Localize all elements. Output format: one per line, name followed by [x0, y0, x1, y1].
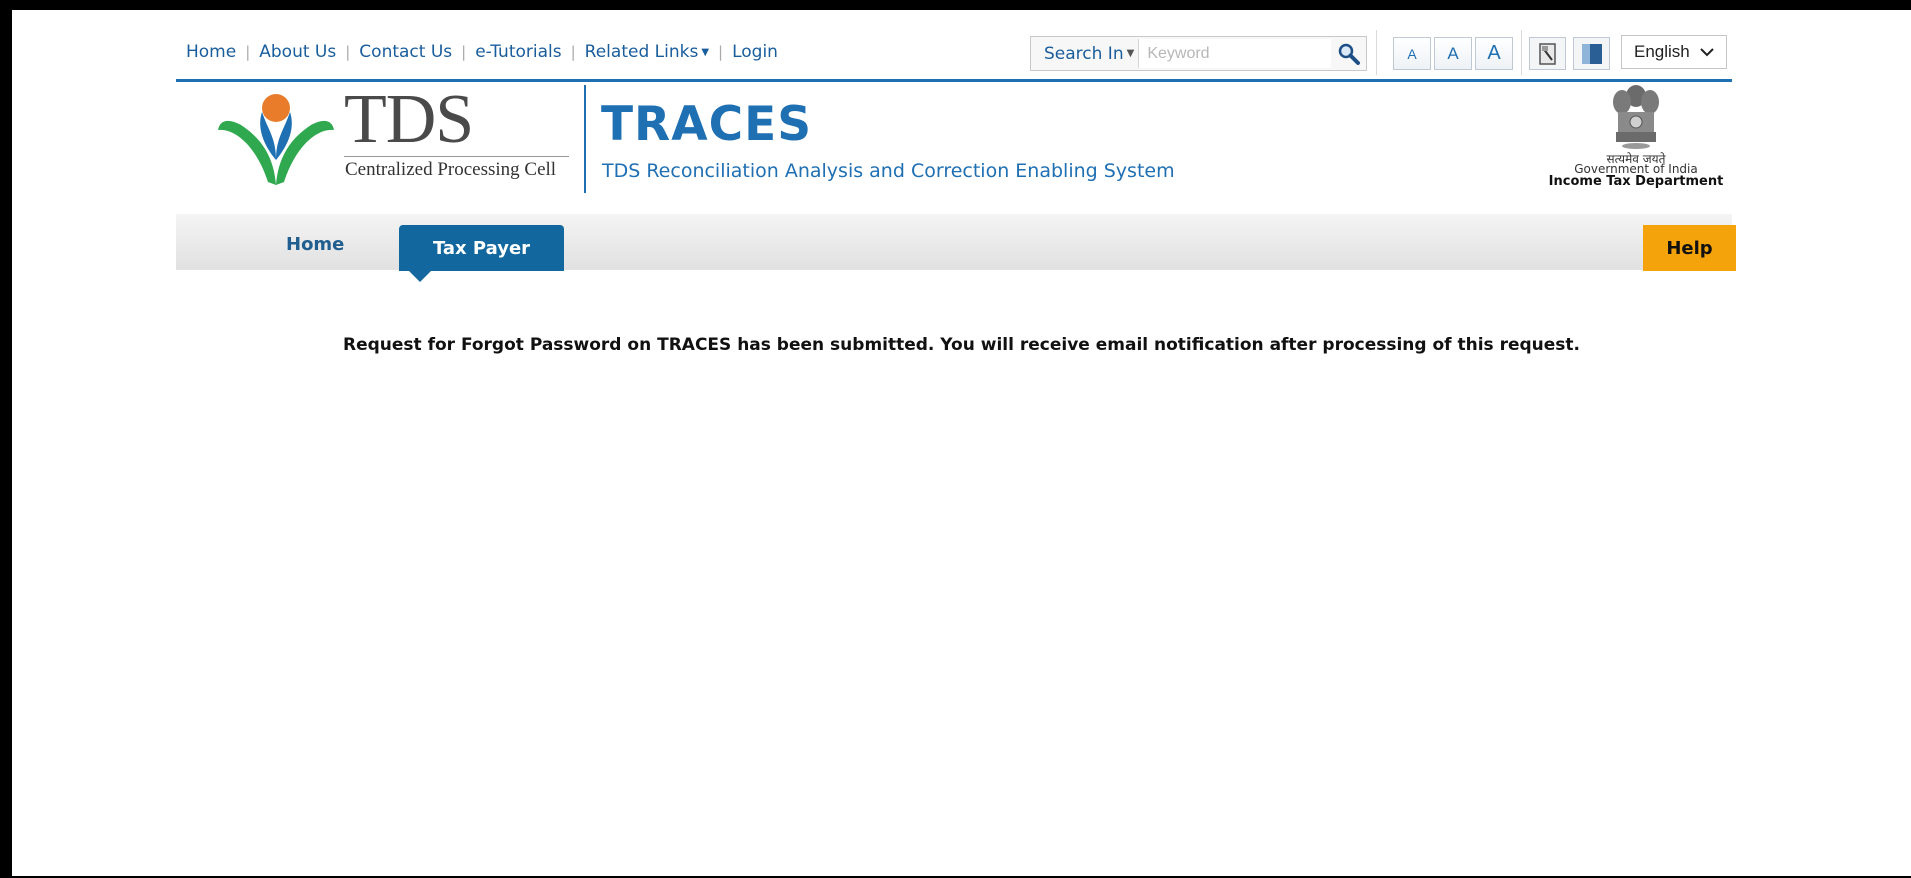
header-divider — [584, 85, 586, 193]
print-icon — [1538, 42, 1556, 65]
main-nav: Home Tax Payer Help — [176, 214, 1736, 282]
traces-subtitle: TDS Reconciliation Analysis and Correcti… — [602, 160, 1175, 182]
language-selected: English — [1634, 42, 1690, 61]
site-header: TDS Centralized Processing Cell TRACES T… — [176, 81, 1732, 193]
magnifier-icon — [1338, 43, 1360, 65]
top-bar: Home | About Us | Contact Us | e-Tutoria… — [176, 15, 1732, 82]
caret-down-icon: ▼ — [701, 46, 710, 58]
top-link-e-tutorials[interactable]: e-Tutorials — [475, 42, 561, 62]
divider — [1521, 30, 1522, 75]
font-size-medium-button[interactable]: A — [1434, 37, 1472, 70]
search-scope-dropdown[interactable]: Search In ▼ — [1031, 44, 1138, 64]
logo-divider — [344, 156, 569, 157]
link-separator: | — [461, 43, 467, 61]
keyword-input[interactable] — [1138, 39, 1332, 68]
logo-subtitle: Centralized Processing Cell — [345, 159, 557, 180]
related-links-label: Related Links — [584, 42, 699, 62]
link-separator: | — [570, 43, 576, 61]
contrast-icon — [1581, 43, 1602, 64]
top-link-about-us[interactable]: About Us — [259, 42, 336, 62]
confirmation-message: Request for Forgot Password on TRACES ha… — [342, 335, 1580, 355]
logo-title: TDS — [344, 81, 474, 158]
nav-tab-tax-payer-label: Tax Payer — [432, 237, 531, 259]
print-button[interactable] — [1529, 37, 1566, 70]
tds-logo-icon — [218, 94, 334, 185]
nav-tab-home[interactable]: Home — [286, 234, 344, 255]
search-scope-label: Search In — [1044, 43, 1124, 64]
help-button[interactable]: Help — [1643, 225, 1736, 271]
top-link-contact-us[interactable]: Contact Us — [359, 42, 452, 62]
contrast-button[interactable] — [1573, 37, 1610, 70]
traces-title: TRACES — [601, 97, 813, 152]
search-button[interactable] — [1331, 38, 1366, 69]
font-size-large-button[interactable]: A — [1475, 37, 1513, 70]
top-link-home[interactable]: Home — [186, 42, 236, 62]
divider — [1376, 30, 1377, 75]
page-frame: Home | About Us | Contact Us | e-Tutoria… — [12, 10, 1911, 876]
font-size-small-button[interactable]: A — [1393, 37, 1431, 70]
search-box: Search In ▼ — [1030, 36, 1367, 71]
top-links: Home | About Us | Contact Us | e-Tutoria… — [186, 42, 778, 62]
language-select[interactable]: English — [1621, 35, 1727, 69]
link-separator: | — [245, 43, 251, 61]
link-separator: | — [345, 43, 351, 61]
ashoka-emblem-icon — [1613, 85, 1659, 149]
government-emblem: सत्यमेव जयते Government of India Income … — [1536, 82, 1736, 194]
caret-down-icon: ▼ — [1126, 48, 1135, 59]
chevron-down-icon — [1700, 48, 1714, 57]
emblem-department: Income Tax Department — [1548, 174, 1724, 189]
link-separator: | — [718, 43, 724, 61]
nav-tab-tax-payer[interactable]: Tax Payer — [399, 225, 564, 282]
top-link-login[interactable]: Login — [732, 42, 778, 62]
top-link-related-links[interactable]: Related Links ▼ — [585, 42, 709, 62]
